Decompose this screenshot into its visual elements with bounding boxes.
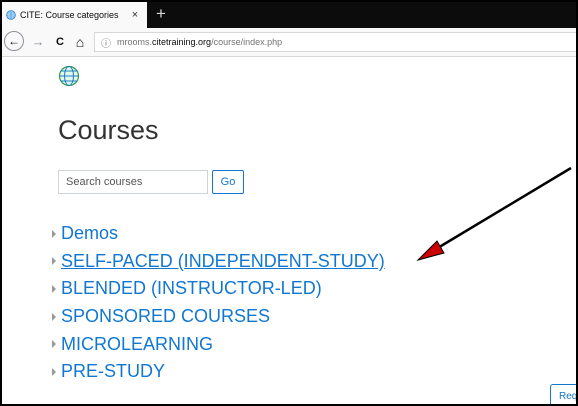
caret-right-icon[interactable] (52, 340, 56, 349)
browser-tab[interactable]: CITE: Course categories × (2, 2, 147, 28)
go-button[interactable]: Go (212, 170, 244, 194)
category-item: SELF-PACED (INDEPENDENT-STUDY) (52, 248, 385, 276)
category-link[interactable]: PRE-STUDY (61, 361, 165, 382)
home-button[interactable]: ⌂ (70, 32, 90, 52)
caret-right-icon[interactable] (52, 229, 56, 238)
caret-right-icon[interactable] (52, 367, 56, 376)
url-prefix: mrooms. (117, 37, 153, 47)
browser-tab-bar: CITE: Course categories × + (2, 2, 576, 28)
site-logo-icon[interactable] (58, 65, 80, 87)
tab-title: CITE: Course categories (20, 10, 119, 20)
category-item: SPONSORED COURSES (52, 303, 385, 331)
close-tab-icon[interactable]: × (127, 9, 143, 21)
request-course-button[interactable]: Requ (550, 384, 576, 404)
search-courses-input[interactable] (58, 170, 208, 194)
url-domain: citetraining.org (152, 37, 212, 47)
category-list: Demos SELF-PACED (INDEPENDENT-STUDY) BLEND… (52, 220, 385, 386)
url-path: /course/index.php (211, 37, 283, 47)
page-content: Courses Go Demos SELF-PACED (INDEPENDENT-… (2, 57, 576, 404)
category-link[interactable]: Demos (61, 223, 118, 244)
forward-button[interactable]: → (28, 32, 48, 52)
new-tab-button[interactable]: + (150, 2, 172, 28)
caret-right-icon[interactable] (52, 284, 56, 293)
caret-right-icon[interactable] (52, 312, 56, 321)
category-link[interactable]: MICROLEARNING (61, 334, 213, 355)
page-title: Courses (58, 115, 159, 145)
reload-button[interactable]: C (50, 32, 70, 52)
caret-right-icon[interactable] (52, 257, 56, 266)
category-item: Demos (52, 220, 385, 248)
category-link[interactable]: BLENDED (INSTRUCTOR-LED) (61, 278, 322, 299)
back-button[interactable]: ← (4, 31, 24, 51)
category-item: PRE-STUDY (52, 358, 385, 386)
category-link[interactable]: SPONSORED COURSES (61, 306, 270, 327)
info-icon[interactable]: ⓘ (101, 35, 111, 50)
url-bar[interactable]: ⓘ mrooms. citetraining.org/course/index.p… (94, 32, 576, 52)
category-link[interactable]: SELF-PACED (INDEPENDENT-STUDY) (61, 251, 385, 272)
screenshot-frame: CITE: Course categories × + ← → C ⌂ ⓘ mr… (0, 0, 578, 406)
category-item: MICROLEARNING (52, 330, 385, 358)
browser-nav-bar: ← → C ⌂ ⓘ mrooms. citetraining.org/course… (2, 28, 576, 57)
globe-icon (6, 10, 16, 20)
category-item: BLENDED (INSTRUCTOR-LED) (52, 275, 385, 303)
